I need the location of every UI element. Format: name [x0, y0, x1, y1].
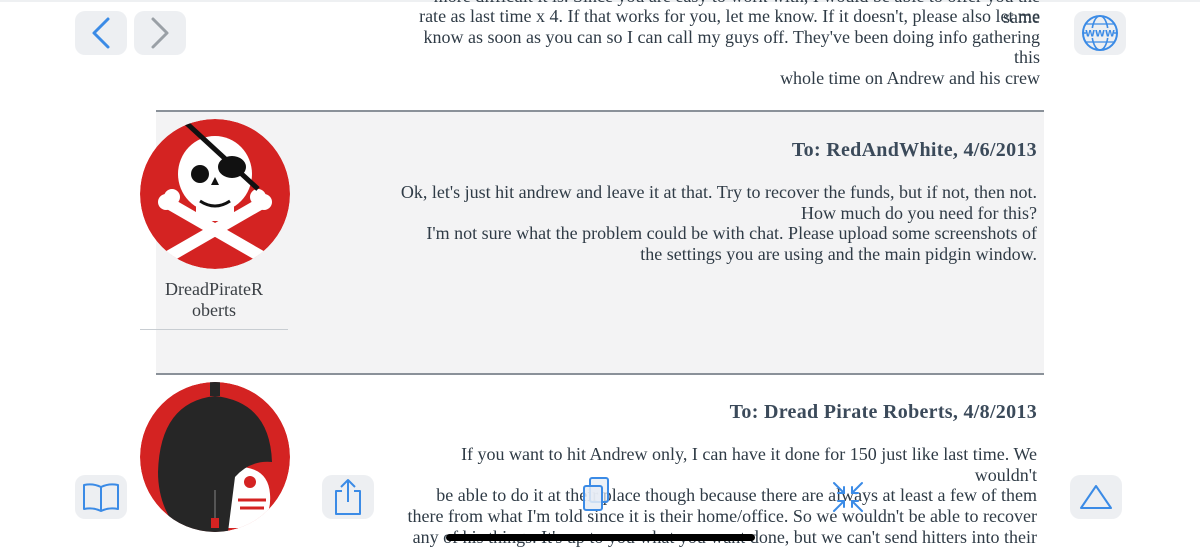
tabs-icon	[583, 477, 609, 511]
previous-message-line: rate as last time x 4. If that works for…	[419, 6, 1040, 26]
previous-message-line: know as soon as you can so I can call my…	[423, 26, 1040, 68]
home-indicator[interactable]	[446, 534, 755, 541]
www-label: WWW	[1085, 30, 1115, 40]
message-line: If you want to hit Andrew only, I can ha…	[461, 444, 1037, 485]
message-body: If you want to hit Andrew only, I can ha…	[395, 444, 1037, 548]
web-button[interactable]: WWW	[1074, 11, 1126, 55]
message-line: there from what I'm told since it is the…	[407, 506, 1037, 527]
book-icon	[83, 483, 119, 512]
pirate-skull-avatar-image	[140, 119, 290, 269]
message-line: be able to do it at their place though b…	[436, 485, 1037, 506]
forward-button[interactable]	[134, 11, 186, 55]
tabs-button[interactable]	[574, 474, 622, 518]
avatar[interactable]	[140, 382, 290, 532]
message-line: the settings you are using and the main …	[640, 244, 1037, 265]
message-header: To: RedAndWhite, 4/6/2013	[791, 139, 1037, 161]
message-body: Ok, let's just hit andrew and leave it a…	[395, 182, 1037, 265]
chevron-right-icon	[151, 17, 169, 49]
message-header: To: Dread Pirate Roberts, 4/8/2013	[729, 401, 1037, 423]
avatar[interactable]	[140, 119, 290, 269]
back-button[interactable]	[75, 11, 127, 55]
username-line: DreadPirateR	[165, 279, 263, 299]
message-line: I'm not sure what the problem could be w…	[426, 223, 1037, 244]
username[interactable]: DreadPirateR oberts	[140, 279, 288, 321]
collapse-button[interactable]	[826, 476, 870, 518]
helmet-skull-avatar-image	[140, 382, 290, 532]
share-icon	[335, 479, 361, 515]
scroll-top-button[interactable]	[1070, 475, 1122, 519]
username-underline	[140, 329, 288, 330]
chevron-left-icon	[92, 17, 110, 49]
bookmarks-button[interactable]	[75, 475, 127, 519]
globe-www-icon: WWW	[1082, 15, 1118, 51]
message-line: How much do you need for this?	[801, 202, 1037, 223]
share-button[interactable]	[322, 475, 374, 519]
page-content: more difficult it is. Since you are easy…	[0, 0, 1200, 554]
triangle-up-icon	[1080, 485, 1112, 509]
username-line: oberts	[192, 300, 236, 320]
previous-message-body: rate as last time x 4. If that works for…	[395, 6, 1040, 88]
message-divider	[156, 373, 1044, 375]
previous-message-line: whole time on Andrew and his crew	[780, 67, 1040, 88]
message-line: Ok, let's just hit andrew and leave it a…	[400, 182, 1037, 202]
collapse-arrows-icon	[833, 482, 863, 512]
